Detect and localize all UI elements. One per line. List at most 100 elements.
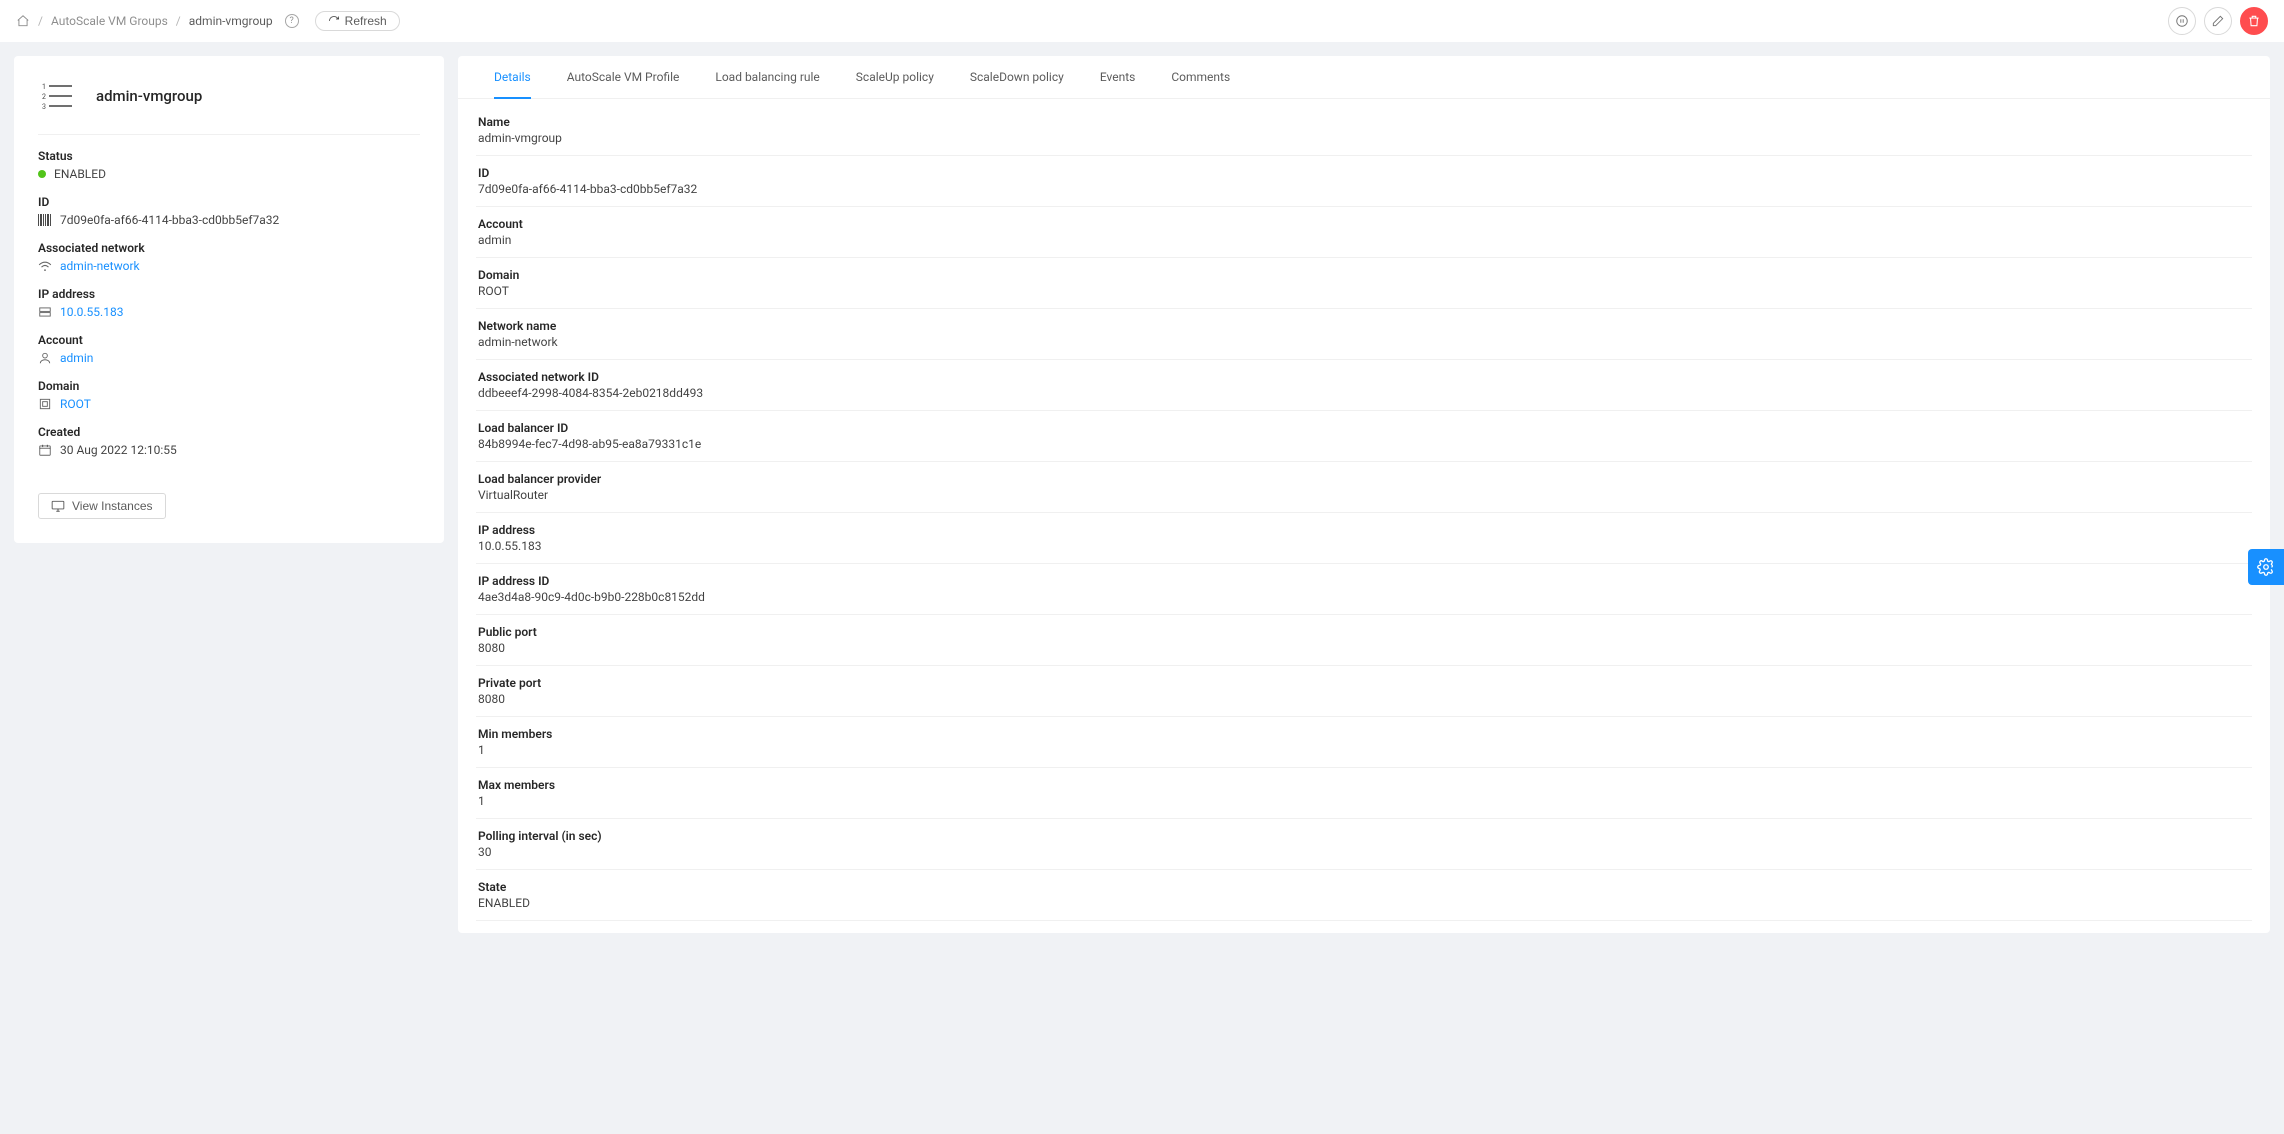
detail-value: 1 bbox=[478, 794, 2250, 808]
svg-text:3: 3 bbox=[42, 103, 46, 111]
detail-row: Load balancer providerVirtualRouter bbox=[476, 462, 2252, 513]
detail-label: Load balancer ID bbox=[478, 421, 2250, 435]
detail-value: 1 bbox=[478, 743, 2250, 757]
refresh-button[interactable]: Refresh bbox=[315, 11, 400, 31]
tab-details[interactable]: Details bbox=[476, 56, 549, 98]
detail-row: Min members1 bbox=[476, 717, 2252, 768]
vmgroup-icon: 1 2 3 bbox=[38, 76, 78, 116]
status-label: Status bbox=[38, 149, 420, 163]
created-label: Created bbox=[38, 425, 420, 439]
block-icon bbox=[38, 397, 52, 411]
status-dot-icon bbox=[38, 170, 46, 178]
detail-value: ROOT bbox=[478, 284, 2250, 298]
detail-row: ID7d09e0fa-af66-4114-bba3-cd0bb5ef7a32 bbox=[476, 156, 2252, 207]
created-value: 30 Aug 2022 12:10:55 bbox=[38, 443, 420, 457]
summary-card: 1 2 3 admin-vmgroup Status ENABLED ID bbox=[14, 56, 444, 543]
tabs: Details AutoScale VM Profile Load balanc… bbox=[458, 56, 2270, 99]
breadcrumb-sep: / bbox=[176, 14, 181, 28]
tab-events[interactable]: Events bbox=[1082, 56, 1154, 98]
reload-icon bbox=[328, 15, 340, 27]
svg-text:1: 1 bbox=[42, 83, 46, 91]
tab-scaleup[interactable]: ScaleUp policy bbox=[838, 56, 952, 98]
detail-value: admin-vmgroup bbox=[478, 131, 2250, 145]
topbar-actions bbox=[2168, 7, 2268, 35]
detail-label: Account bbox=[478, 217, 2250, 231]
barcode-icon bbox=[38, 214, 52, 226]
domain-block: Domain ROOT bbox=[38, 379, 420, 411]
help-icon[interactable]: ? bbox=[285, 14, 299, 28]
detail-value: ENABLED bbox=[478, 896, 2250, 910]
detail-value: 8080 bbox=[478, 641, 2250, 655]
detail-row: IP address ID4ae3d4a8-90c9-4d0c-b9b0-228… bbox=[476, 564, 2252, 615]
summary-header: 1 2 3 admin-vmgroup bbox=[38, 76, 420, 135]
detail-label: Domain bbox=[478, 268, 2250, 282]
detail-value: 30 bbox=[478, 845, 2250, 859]
gear-icon bbox=[2257, 558, 2275, 576]
view-instances-button[interactable]: View Instances bbox=[38, 493, 166, 519]
environment-icon bbox=[38, 306, 52, 318]
details-list: Name admin-vmgroup ID7d09e0fa-af66-4114-bb… bbox=[476, 99, 2252, 921]
domain-link[interactable]: ROOT bbox=[60, 397, 91, 411]
home-icon bbox=[16, 14, 30, 28]
detail-value: 7d09e0fa-af66-4114-bba3-cd0bb5ef7a32 bbox=[478, 182, 2250, 196]
network-block: Associated network admin-network bbox=[38, 241, 420, 273]
detail-label: State bbox=[478, 880, 2250, 894]
settings-drawer-button[interactable] bbox=[2248, 549, 2284, 585]
breadcrumb-groups[interactable]: AutoScale VM Groups bbox=[51, 14, 168, 28]
detail-label: Network name bbox=[478, 319, 2250, 333]
network-label: Associated network bbox=[38, 241, 420, 255]
breadcrumb-home[interactable] bbox=[16, 14, 30, 28]
page-title: admin-vmgroup bbox=[96, 87, 202, 105]
edit-icon bbox=[2211, 14, 2225, 28]
page-body: 1 2 3 admin-vmgroup Status ENABLED ID bbox=[0, 42, 2284, 1134]
ip-link[interactable]: 10.0.55.183 bbox=[60, 305, 123, 319]
detail-row: IP address10.0.55.183 bbox=[476, 513, 2252, 564]
detail-label: Private port bbox=[478, 676, 2250, 690]
detail-label: Public port bbox=[478, 625, 2250, 639]
user-icon bbox=[38, 351, 52, 365]
id-value: 7d09e0fa-af66-4114-bba3-cd0bb5ef7a32 bbox=[38, 213, 420, 227]
domain-label: Domain bbox=[38, 379, 420, 393]
network-link[interactable]: admin-network bbox=[60, 259, 140, 273]
wifi-icon bbox=[38, 260, 52, 272]
detail-label: Polling interval (in sec) bbox=[478, 829, 2250, 843]
id-block: ID 7d09e0fa-af66-4114-bba3-cd0bb5ef7a32 bbox=[38, 195, 420, 227]
detail-label: Associated network ID bbox=[478, 370, 2250, 384]
refresh-label: Refresh bbox=[345, 14, 387, 28]
created-block: Created 30 Aug 2022 12:10:55 bbox=[38, 425, 420, 457]
ip-label: IP address bbox=[38, 287, 420, 301]
ip-block: IP address 10.0.55.183 bbox=[38, 287, 420, 319]
detail-value: admin bbox=[478, 233, 2250, 247]
detail-value: ddbeeef4-2998-4084-8354-2eb0218dd493 bbox=[478, 386, 2250, 400]
topbar: / AutoScale VM Groups / admin-vmgroup ? … bbox=[0, 0, 2284, 42]
view-instances-label: View Instances bbox=[72, 499, 153, 513]
detail-row: Associated network ID ddbeeef4-2998-4084-… bbox=[476, 360, 2252, 411]
breadcrumb-current: admin-vmgroup bbox=[189, 14, 273, 28]
disable-button[interactable] bbox=[2168, 7, 2196, 35]
pause-circle-icon bbox=[2175, 14, 2189, 28]
detail-row: Public port 8080 bbox=[476, 615, 2252, 666]
detail-row: Name admin-vmgroup bbox=[476, 99, 2252, 156]
detail-label: Name bbox=[478, 115, 2250, 129]
tab-comments[interactable]: Comments bbox=[1153, 56, 1248, 98]
detail-row: Domain ROOT bbox=[476, 258, 2252, 309]
breadcrumb-sep: / bbox=[38, 14, 43, 28]
tab-lb-rule[interactable]: Load balancing rule bbox=[697, 56, 837, 98]
tab-vm-profile[interactable]: AutoScale VM Profile bbox=[549, 56, 698, 98]
detail-label: Max members bbox=[478, 778, 2250, 792]
delete-button[interactable] bbox=[2240, 7, 2268, 35]
detail-row: Max members 1 bbox=[476, 768, 2252, 819]
breadcrumb: / AutoScale VM Groups / admin-vmgroup ? … bbox=[16, 11, 400, 31]
edit-button[interactable] bbox=[2204, 7, 2232, 35]
status-value: ENABLED bbox=[38, 167, 420, 181]
detail-row: State ENABLED bbox=[476, 870, 2252, 921]
account-link[interactable]: admin bbox=[60, 351, 93, 365]
id-label: ID bbox=[38, 195, 420, 209]
detail-label: IP address bbox=[478, 523, 2250, 537]
detail-value: 8080 bbox=[478, 692, 2250, 706]
tab-scaledown[interactable]: ScaleDown policy bbox=[952, 56, 1082, 98]
detail-row: Polling interval (in sec) 30 bbox=[476, 819, 2252, 870]
main-card: Details AutoScale VM Profile Load balanc… bbox=[458, 56, 2270, 933]
trash-icon bbox=[2247, 14, 2261, 28]
detail-label: IP address ID bbox=[478, 574, 2250, 588]
